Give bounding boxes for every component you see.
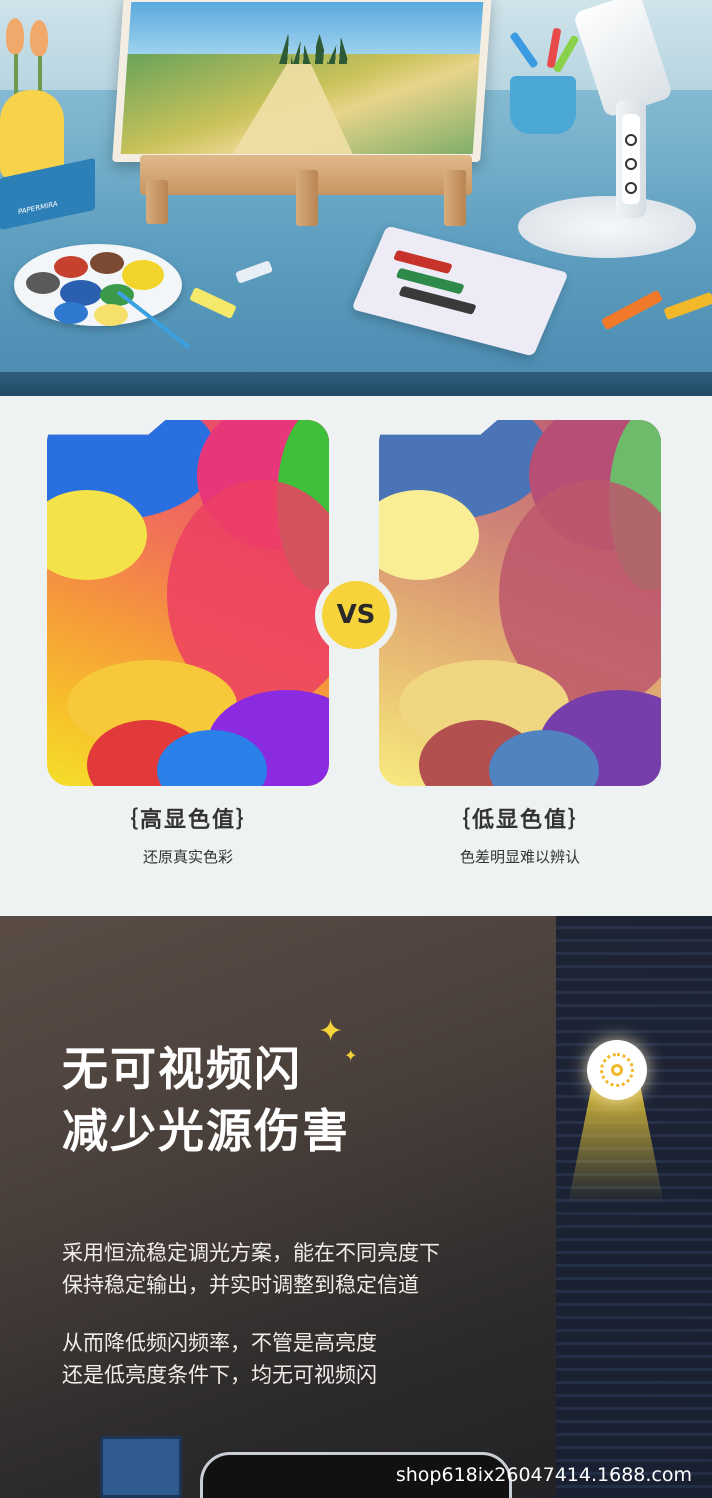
low-cri-title: ｛低显色值｝ <box>447 808 592 833</box>
paragraph-2-line-1: 从而降低频闪频率，不管是高亮度 <box>62 1331 377 1355</box>
color-comparison-section: VS ｛高显色值｝ 还原真实色彩 ｛低显色值｝ 色差明显难以辨认 <box>0 396 712 916</box>
lamp-down-button-icon <box>625 182 637 194</box>
lamp-up-button-icon <box>625 158 637 170</box>
crayon <box>663 291 712 321</box>
paragraph-1-line-1: 采用恒流稳定调光方案，能在不同亮度下 <box>62 1241 440 1265</box>
tulip-flower <box>6 18 24 54</box>
low-cri-subtitle: 色差明显难以辨认 <box>459 848 580 866</box>
light-core-icon <box>611 1064 623 1076</box>
pencil-cup <box>510 76 576 134</box>
vs-badge: VS <box>322 581 390 649</box>
tulip-flower <box>30 20 48 56</box>
wall-picture-frame <box>100 1436 182 1498</box>
paint-tube <box>189 286 237 320</box>
book-spine-text: PAPERMIRA <box>18 199 58 217</box>
easel-leg <box>146 180 168 224</box>
paint-palette <box>14 244 182 326</box>
easel-leg <box>444 170 466 226</box>
headline-line-2: 减少光源伤害 <box>62 1104 350 1158</box>
lamp-base <box>518 196 696 258</box>
paint-tube <box>398 285 477 315</box>
light-ring-icon <box>600 1053 634 1087</box>
window-blinds <box>556 916 712 1498</box>
paint-well <box>54 256 88 278</box>
high-cri-paint-swatch <box>47 420 329 786</box>
paint-well <box>122 260 164 290</box>
flicker-free-section: ✦ ✦ 无可视频闪 减少光源伤害 采用恒流稳定调光方案，能在不同亮度下 保持稳定… <box>0 916 712 1498</box>
headline-line-1: 无可视频闪 <box>62 1042 302 1096</box>
paint-well <box>54 302 88 324</box>
desk-scene-photo: PAPERMIRA <box>0 0 712 396</box>
paint-tube <box>235 260 273 284</box>
desk-edge <box>0 372 712 396</box>
easel-leg <box>296 170 318 226</box>
lamp-power-button-icon <box>625 134 637 146</box>
paint-well <box>26 272 60 294</box>
high-cri-subtitle: 还原真实色彩 <box>142 848 233 866</box>
shop-watermark: shop618ix26047414.1688.com <box>395 1464 692 1486</box>
light-source-icon <box>587 1040 647 1100</box>
paragraph-1-line-2: 保持稳定输出，并实时调整到稳定信道 <box>62 1273 419 1297</box>
low-cri-paint-swatch <box>379 420 661 786</box>
landscape-painting <box>112 0 492 162</box>
paragraph-2-line-2: 还是低亮度条件下，均无可视频闪 <box>62 1363 377 1387</box>
sparkle-icon: ✦ <box>318 1014 344 1049</box>
crayon <box>600 289 664 331</box>
paint-well <box>94 304 128 326</box>
paint-well <box>90 252 124 274</box>
high-cri-title: ｛高显色值｝ <box>115 808 260 833</box>
